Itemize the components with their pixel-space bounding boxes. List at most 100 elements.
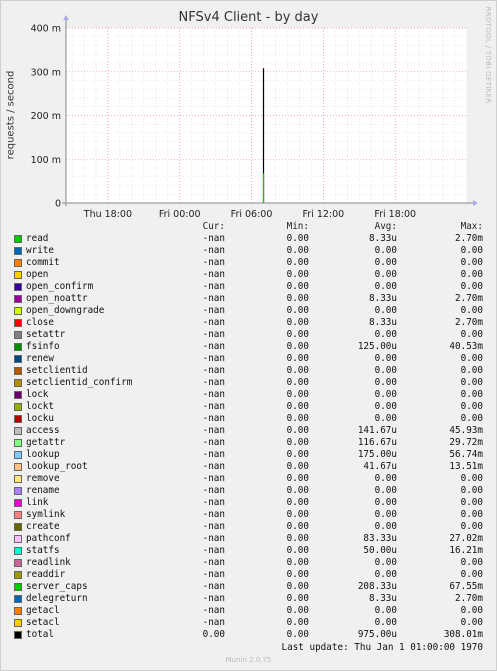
- legend-label: open_noattr: [26, 293, 88, 304]
- legend-label: server_caps: [26, 581, 88, 592]
- legend-cur: -nan: [202, 449, 225, 460]
- legend-avg: 0.00: [374, 401, 397, 412]
- legend-swatch: [14, 499, 22, 507]
- legend-row-statfs: statfs -nan 0.00 50.00u 16.21m: [0, 545, 497, 557]
- legend-max: 0.00: [460, 617, 483, 628]
- legend-swatch: [14, 523, 22, 531]
- legend-max: 2.70m: [455, 233, 483, 244]
- y-tick-label: 300 m: [31, 67, 61, 78]
- legend-min: 0.00: [286, 413, 309, 424]
- legend-avg: 0.00: [374, 269, 397, 280]
- x-tick-label: Thu 18:00: [83, 209, 132, 220]
- legend-cur: -nan: [202, 269, 225, 280]
- legend-label: write: [26, 245, 54, 256]
- legend-min: 0.00: [286, 533, 309, 544]
- legend-min: 0.00: [286, 341, 309, 352]
- legend-max: 0.00: [460, 473, 483, 484]
- legend-row-lookup-root: lookup_root -nan 0.00 41.67u 13.51m: [0, 461, 497, 473]
- legend-swatch: [14, 451, 22, 459]
- legend-swatch: [14, 547, 22, 555]
- legend-row-getattr: getattr -nan 0.00 116.67u 29.72m: [0, 437, 497, 449]
- legend-label: lockt: [26, 401, 54, 412]
- legend-row-locku: locku -nan 0.00 0.00 0.00: [0, 413, 497, 425]
- legend-row-setclientid: setclientid -nan 0.00 0.00 0.00: [0, 365, 497, 377]
- legend-cur: -nan: [202, 437, 225, 448]
- legend-avg: 41.67u: [363, 461, 397, 472]
- legend-swatch: [14, 367, 22, 375]
- legend-cur: -nan: [202, 389, 225, 400]
- legend-max: 2.70m: [455, 293, 483, 304]
- legend-swatch: [14, 331, 22, 339]
- legend-cur: -nan: [202, 377, 225, 388]
- legend-header: Cur: Min: Avg: Max:: [0, 221, 497, 233]
- x-tick-label: Fri 12:00: [302, 209, 344, 220]
- legend-row-open: open -nan 0.00 0.00 0.00: [0, 269, 497, 281]
- legend-cur: -nan: [202, 497, 225, 508]
- legend-label: read: [26, 233, 49, 244]
- legend-row-getacl: getacl -nan 0.00 0.00 0.00: [0, 605, 497, 617]
- legend-max: 0.00: [460, 305, 483, 316]
- legend-max: 0.00: [460, 281, 483, 292]
- legend-min: 0.00: [286, 473, 309, 484]
- legend-min: 0.00: [286, 281, 309, 292]
- y-tick-label: 0: [55, 199, 61, 210]
- legend-avg: 141.67u: [357, 425, 397, 436]
- legend-swatch: [14, 295, 22, 303]
- legend-max: 0.00: [460, 569, 483, 580]
- legend-avg: 175.00u: [357, 449, 397, 460]
- legend-swatch: [14, 607, 22, 615]
- legend-max: 0.00: [460, 401, 483, 412]
- legend-label: create: [26, 521, 60, 532]
- legend-avg: 0.00: [374, 365, 397, 376]
- x-axis-arrow: [473, 200, 478, 206]
- legend-cur: -nan: [202, 329, 225, 340]
- legend-max: 0.00: [460, 365, 483, 376]
- legend-min: 0.00: [286, 557, 309, 568]
- legend-swatch: [14, 319, 22, 327]
- legend-avg: 8.33u: [369, 593, 397, 604]
- legend-min: 0.00: [286, 257, 309, 268]
- legend-row-read: read -nan 0.00 8.33u 2.70m: [0, 233, 497, 245]
- legend-cur: -nan: [202, 593, 225, 604]
- legend-avg: 0.00: [374, 473, 397, 484]
- legend-cur: -nan: [202, 569, 225, 580]
- legend-avg: 0.00: [374, 605, 397, 616]
- legend-min: 0.00: [286, 305, 309, 316]
- legend-cur: -nan: [202, 305, 225, 316]
- legend-swatch: [14, 475, 22, 483]
- legend-min: 0.00: [286, 509, 309, 520]
- legend-label: open: [26, 269, 49, 280]
- legend-avg: 0.00: [374, 521, 397, 532]
- legend-swatch: [14, 439, 22, 447]
- legend-header-min: Min:: [286, 221, 309, 232]
- legend-max: 308.01m: [443, 629, 483, 640]
- legend-avg: 0.00: [374, 617, 397, 628]
- legend-swatch: [14, 427, 22, 435]
- legend-label: lookup_root: [26, 461, 88, 472]
- legend-max: 0.00: [460, 377, 483, 388]
- legend-max: 0.00: [460, 389, 483, 400]
- legend-max: 2.70m: [455, 317, 483, 328]
- legend-row-close: close -nan 0.00 8.33u 2.70m: [0, 317, 497, 329]
- legend-max: 27.02m: [449, 533, 483, 544]
- legend-max: 0.00: [460, 557, 483, 568]
- legend-label: lock: [26, 389, 49, 400]
- legend-header-max: Max:: [460, 221, 483, 232]
- legend-cur: -nan: [202, 581, 225, 592]
- legend-label: readdir: [26, 569, 66, 580]
- legend-min: 0.00: [286, 617, 309, 628]
- legend-label: commit: [26, 257, 60, 268]
- legend-min: 0.00: [286, 629, 309, 640]
- legend-min: 0.00: [286, 581, 309, 592]
- legend-swatch: [14, 463, 22, 471]
- legend-row-lock: lock -nan 0.00 0.00 0.00: [0, 389, 497, 401]
- legend-label: setattr: [26, 329, 66, 340]
- legend-max: 0.00: [460, 245, 483, 256]
- legend-swatch: [14, 271, 22, 279]
- legend-max: 0.00: [460, 509, 483, 520]
- legend-min: 0.00: [286, 317, 309, 328]
- legend-min: 0.00: [286, 233, 309, 244]
- legend-min: 0.00: [286, 593, 309, 604]
- legend-cur: -nan: [202, 557, 225, 568]
- legend-min: 0.00: [286, 245, 309, 256]
